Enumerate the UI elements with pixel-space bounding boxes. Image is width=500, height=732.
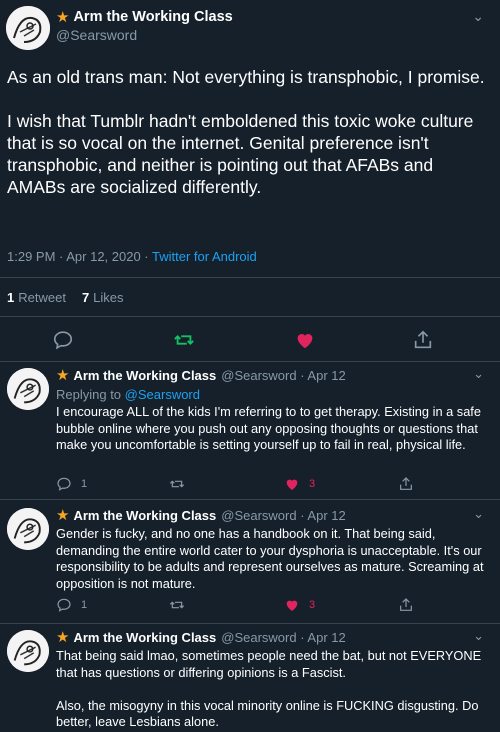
retweets-label: Retweet [18, 290, 66, 305]
reply-header: ★ Arm the Working Class @Searsword · Apr… [56, 630, 346, 645]
tweet-meta: 1:29 PM · Apr 12, 2020 · Twitter for And… [7, 249, 257, 264]
reply-icon[interactable] [52, 329, 74, 351]
replying-prefix: Replying to [56, 387, 125, 402]
like-count: 3 [309, 478, 316, 490]
reply-count: 1 [81, 599, 88, 611]
chevron-down-icon[interactable]: ⌄ [472, 8, 484, 25]
main-tweet: ★ Arm the Working Class @Searsword ⌄ As … [0, 0, 500, 362]
retweet-icon [169, 480, 185, 488]
likes-stat[interactable]: 7 Likes [82, 290, 124, 305]
tweet-source[interactable]: Twitter for Android [152, 249, 257, 264]
replying-handle[interactable]: @Searsword [125, 387, 200, 402]
handle-date[interactable]: @Searsword · Apr 12 [221, 368, 345, 383]
avatar[interactable] [7, 630, 49, 672]
likes-count: 7 [81, 290, 90, 305]
like-icon[interactable] [294, 329, 316, 351]
avatar[interactable] [6, 6, 50, 50]
reply-text: That being said lmao, sometimes people n… [56, 648, 482, 729]
reply-header: ★ Arm the Working Class @Searsword · Apr… [56, 368, 346, 383]
handle[interactable]: @Searsword [56, 27, 137, 43]
retweets-stat[interactable]: 1 Retweet [7, 290, 66, 305]
like-button[interactable]: 3 [284, 597, 315, 613]
like-button[interactable]: 3 [284, 476, 315, 492]
likes-label: Likes [93, 290, 124, 305]
tweet-stats: 1 Retweet 7 Likes [7, 290, 124, 305]
avatar-drawing-icon [6, 6, 50, 50]
retweet-button[interactable] [169, 476, 194, 492]
reply-tweet[interactable]: ★ Arm the Working Class @Searsword · Apr… [0, 502, 500, 624]
reply-icon [57, 477, 71, 491]
avatar-drawing-icon [7, 508, 49, 550]
reply-button[interactable]: 1 [56, 597, 87, 613]
divider [0, 499, 500, 500]
reply-tweet[interactable]: ★ Arm the Working Class @Searsword · Apr… [0, 624, 500, 732]
retweet-icon[interactable] [173, 329, 195, 351]
display-name[interactable]: Arm the Working Class [73, 368, 216, 383]
avatar-drawing-icon [7, 630, 49, 672]
reply-button[interactable]: 1 [56, 476, 87, 492]
like-count: 3 [309, 599, 316, 611]
avatar[interactable] [7, 508, 49, 550]
author-row: ★ Arm the Working Class [56, 9, 233, 25]
display-name[interactable]: Arm the Working Class [73, 508, 216, 523]
tweet-text: As an old trans man: Not everything is t… [7, 67, 485, 197]
chevron-down-icon[interactable]: ⌄ [473, 366, 484, 382]
reply-tweet[interactable]: ★ Arm the Working Class @Searsword · Apr… [0, 362, 500, 500]
share-button[interactable] [398, 597, 423, 613]
share-icon [400, 477, 412, 490]
divider [0, 277, 500, 278]
action-bar [0, 325, 500, 355]
display-name[interactable]: Arm the Working Class [73, 9, 232, 25]
retweet-button[interactable] [169, 597, 194, 613]
reply-text: Gender is fucky, and no one has a handbo… [56, 526, 484, 591]
reply-text: I encourage ALL of the kids I'm referrin… [56, 404, 481, 452]
reply-header: ★ Arm the Working Class @Searsword · Apr… [56, 508, 346, 523]
reply-action-bar: 1 3 [56, 597, 436, 617]
divider [0, 316, 500, 317]
share-button[interactable] [398, 476, 423, 492]
share-icon [400, 598, 412, 611]
star-icon: ★ [56, 629, 70, 646]
handle-date[interactable]: @Searsword · Apr 12 [221, 508, 345, 523]
display-name[interactable]: Arm the Working Class [73, 630, 216, 645]
retweet-icon [169, 601, 185, 609]
avatar-drawing-icon [7, 368, 49, 410]
retweets-count: 1 [7, 290, 15, 305]
share-icon[interactable] [412, 329, 434, 351]
handle-date[interactable]: @Searsword · Apr 12 [221, 630, 345, 645]
reply-count: 1 [81, 478, 88, 490]
avatar[interactable] [7, 368, 49, 410]
replying-to: Replying to @Searsword [56, 387, 200, 402]
tweet-time[interactable]: 1:29 PM · Apr 12, 2020 · [7, 249, 152, 264]
chevron-down-icon[interactable]: ⌄ [473, 506, 484, 522]
reply-action-bar: 1 3 [56, 476, 436, 496]
like-icon [286, 600, 298, 611]
star-icon: ★ [56, 8, 70, 26]
star-icon: ★ [56, 507, 70, 524]
reply-icon [57, 598, 71, 612]
star-icon: ★ [56, 367, 70, 384]
like-icon [286, 479, 298, 490]
chevron-down-icon[interactable]: ⌄ [473, 628, 484, 644]
